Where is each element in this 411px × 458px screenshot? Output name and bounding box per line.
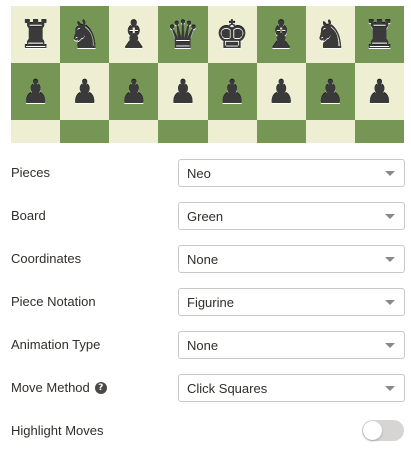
board-select-value: Green [187,208,224,224]
board-square: ♜ [11,6,61,63]
animation-type-select-value: None [187,337,219,353]
chevron-down-icon [385,257,395,262]
board-preview: ♜ ♞ ♝ ♛ ♚ ♝ ♞ ♜ ♟ ♟ ♟ ♟ ♟ ♟ ♟ ♟ [11,6,404,143]
board-square [305,120,355,143]
chevron-down-icon [385,386,395,391]
board-square: ♟ [305,63,355,120]
pawn-icon: ♟ [21,72,50,111]
board-select[interactable]: Green [178,202,405,230]
move-method-label-group: Move Method ? [11,380,107,395]
board-square: ♟ [11,63,61,120]
board-square: ♟ [207,63,257,120]
pawn-icon: ♟ [365,72,394,111]
piece-notation-select[interactable]: Figurine [178,288,405,316]
board-square: ♞ [305,6,355,63]
pawn-icon: ♟ [70,72,100,111]
queen-icon: ♛ [165,12,200,57]
pawn-icon: ♟ [266,72,296,111]
board-square: ♜ [354,6,404,63]
pawn-icon: ♟ [119,72,149,111]
pawn-icon: ♟ [217,72,247,111]
board-label: Board [11,208,46,223]
move-method-setting-row: Move Method ? Click Squares [11,374,405,404]
coordinates-select[interactable]: None [178,245,405,273]
board-square [256,120,306,143]
board-square: ♟ [158,63,208,120]
move-method-label: Move Method [11,380,90,395]
knight-icon: ♞ [67,12,102,57]
chevron-down-icon [385,171,395,176]
animation-type-setting-row: Animation Type None [11,331,405,361]
coordinates-label: Coordinates [11,251,82,266]
board-square: ♝ [256,6,306,63]
pawn-icon: ♟ [168,72,198,111]
piece-notation-setting-row: Piece Notation Figurine [11,288,405,318]
chevron-down-icon [385,214,395,219]
board-square: ♟ [109,63,159,120]
highlight-moves-label: Highlight Moves [11,423,104,438]
help-icon[interactable]: ? [94,381,107,394]
board-setting-row: Board Green [11,202,405,232]
chevron-down-icon [385,300,395,305]
piece-notation-label: Piece Notation [11,294,96,309]
animation-type-label: Animation Type [11,337,101,352]
coordinates-setting-row: Coordinates None [11,245,405,275]
board-square: ♟ [354,63,404,120]
pawn-icon: ♟ [315,72,345,111]
king-icon: ♚ [215,12,250,57]
move-method-select[interactable]: Click Squares [178,374,405,402]
toggle-knob [363,421,382,440]
animation-type-select[interactable]: None [178,331,405,359]
board-square: ♝ [109,6,159,63]
knight-icon: ♞ [313,12,348,57]
board-square [109,120,159,143]
rook-icon: ♜ [362,12,397,57]
bishop-icon: ♝ [264,12,299,57]
piece-notation-select-value: Figurine [187,294,234,310]
bishop-icon: ♝ [116,12,151,57]
chevron-down-icon [385,343,395,348]
board-square: ♞ [60,6,110,63]
board-square [60,120,110,143]
move-method-select-value: Click Squares [187,380,268,396]
board-square [11,120,61,143]
board-square [207,120,257,143]
rook-icon: ♜ [18,12,53,57]
pieces-select[interactable]: Neo [178,159,405,187]
board-square: ♚ [207,6,257,63]
coordinates-select-value: None [187,251,219,267]
board-square: ♟ [256,63,306,120]
highlight-moves-toggle[interactable] [362,420,404,441]
board-square: ♛ [158,6,208,63]
board-square: ♟ [60,63,110,120]
pieces-label: Pieces [11,165,51,180]
pieces-setting-row: Pieces Neo [11,159,405,189]
board-square [354,120,404,143]
board-square [158,120,208,143]
highlight-moves-setting-row: Highlight Moves [11,417,405,447]
pieces-select-value: Neo [187,165,211,181]
